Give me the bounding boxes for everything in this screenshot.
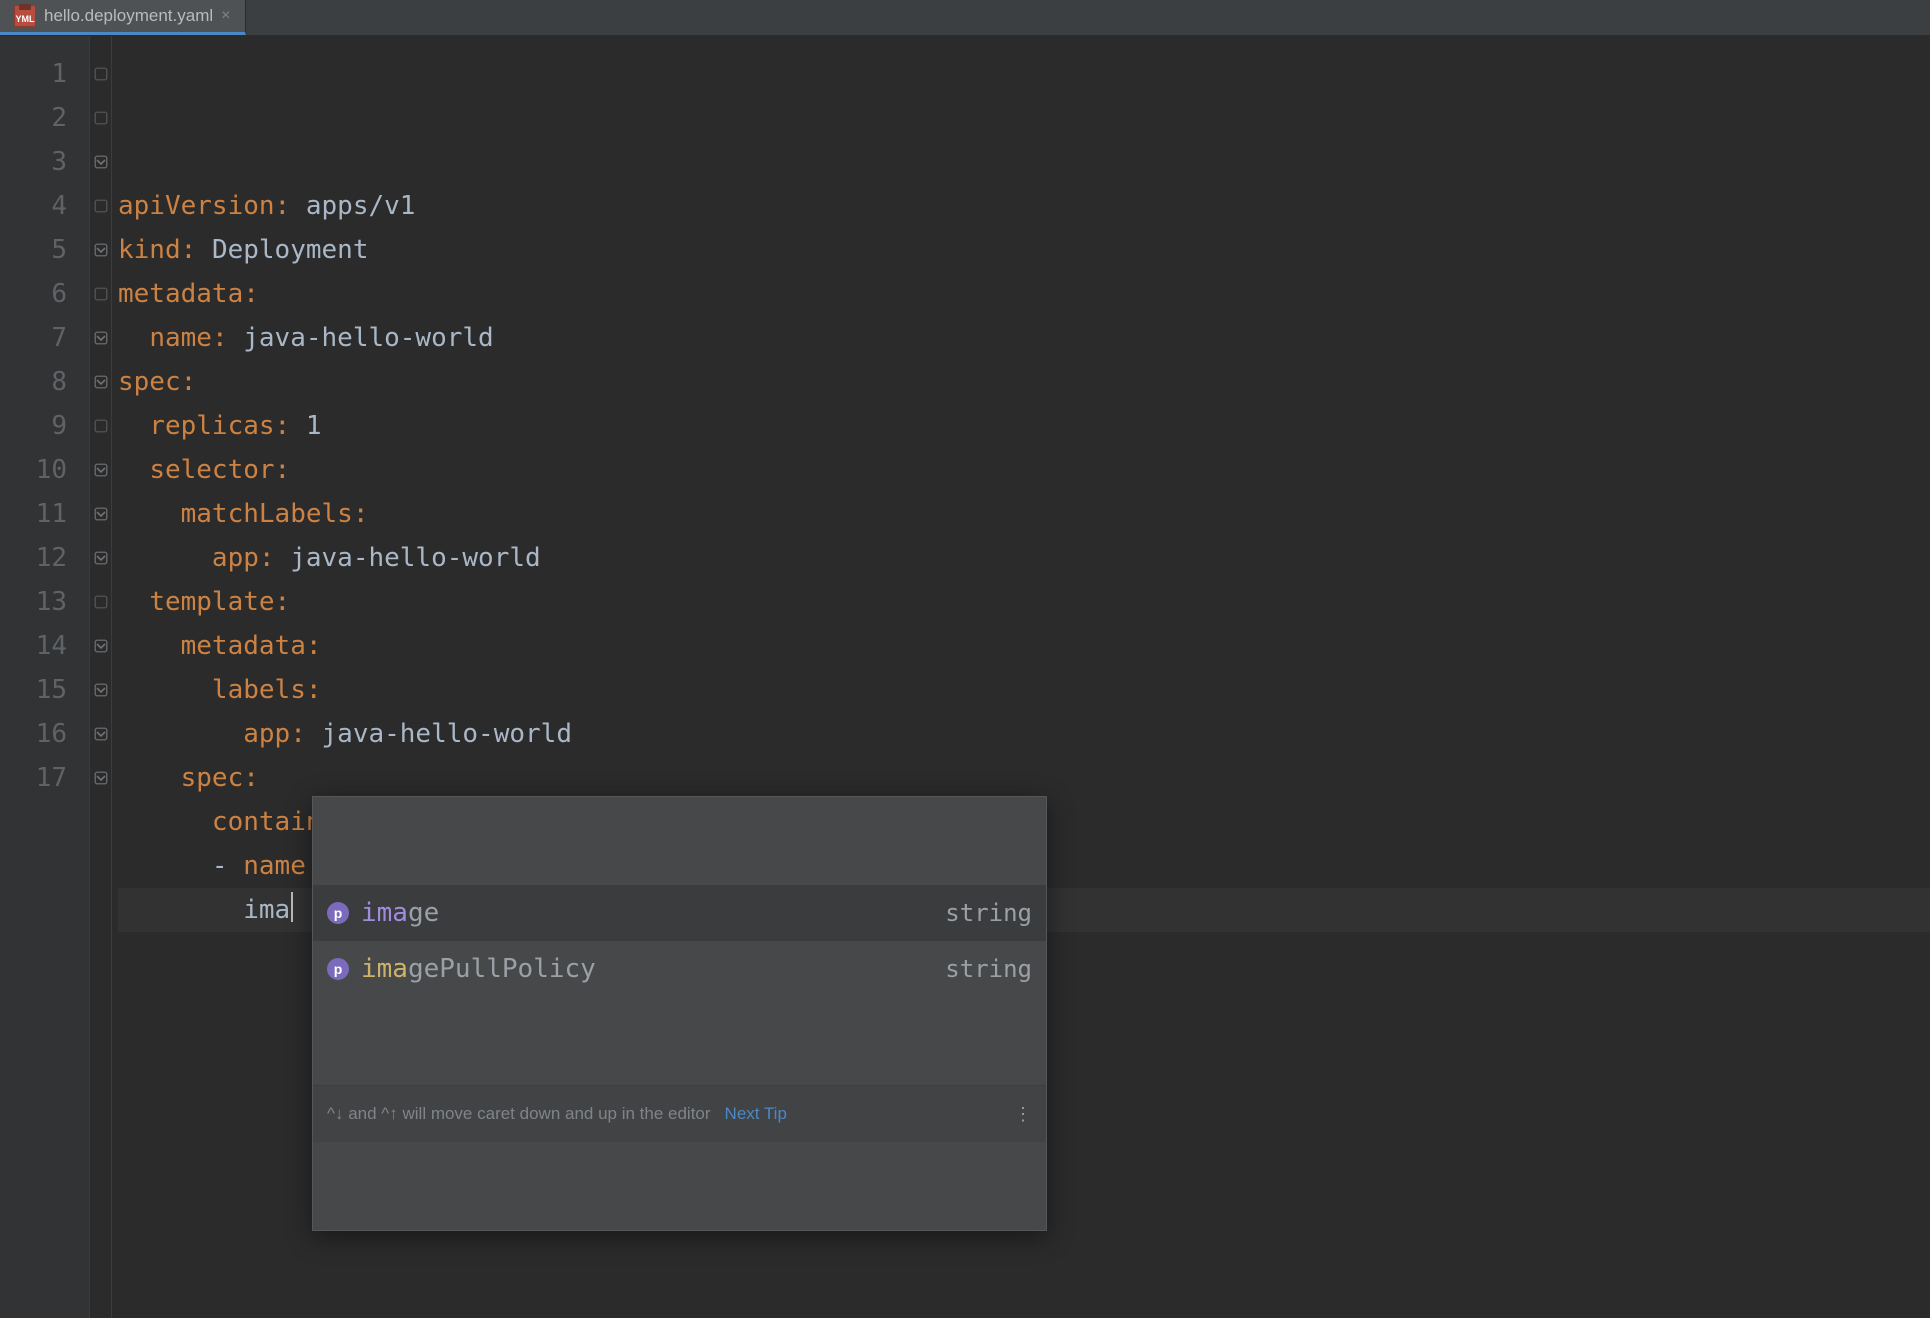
code-line[interactable]: name: java-hello-world bbox=[118, 316, 1930, 360]
line-number: 3 bbox=[0, 140, 89, 184]
yaml-filetype-icon: YML bbox=[14, 5, 36, 27]
editor-area[interactable]: 1234567891011121314151617 apiVersion: ap… bbox=[0, 36, 1930, 1318]
property-icon: p bbox=[327, 902, 349, 924]
code-line[interactable]: selector: bbox=[118, 448, 1930, 492]
fold-marker bbox=[90, 580, 111, 624]
autocomplete-item[interactable]: p imagePullPolicy string bbox=[313, 941, 1046, 997]
code-line[interactable]: replicas: 1 bbox=[118, 404, 1930, 448]
code-line[interactable]: kind: Deployment bbox=[118, 228, 1930, 272]
fold-marker[interactable] bbox=[90, 712, 111, 756]
autocomplete-label: image bbox=[361, 891, 439, 935]
line-number: 15 bbox=[0, 668, 89, 712]
fold-marker[interactable] bbox=[90, 360, 111, 404]
code-line[interactable]: app: java-hello-world bbox=[118, 712, 1930, 756]
code-line[interactable]: spec: bbox=[118, 360, 1930, 404]
code-line[interactable]: metadata: bbox=[118, 272, 1930, 316]
fold-marker bbox=[90, 96, 111, 140]
line-number: 7 bbox=[0, 316, 89, 360]
close-icon[interactable]: × bbox=[221, 8, 230, 24]
fold-marker[interactable] bbox=[90, 448, 111, 492]
code-line[interactable]: template: bbox=[118, 580, 1930, 624]
line-number: 8 bbox=[0, 360, 89, 404]
code-content[interactable]: apiVersion: apps/v1kind: Deploymentmetad… bbox=[112, 36, 1930, 1318]
line-number: 5 bbox=[0, 228, 89, 272]
autocomplete-footer: ^↓ and ^↑ will move caret down and up in… bbox=[313, 1085, 1046, 1142]
line-number-gutter: 1234567891011121314151617 bbox=[0, 36, 90, 1318]
fold-marker bbox=[90, 52, 111, 96]
line-number: 11 bbox=[0, 492, 89, 536]
line-number: 9 bbox=[0, 404, 89, 448]
editor-window: YML hello.deployment.yaml × 123456789101… bbox=[0, 0, 1930, 1318]
autocomplete-item[interactable]: pimage string bbox=[313, 885, 1046, 941]
autocomplete-hint: ^↓ and ^↑ will move caret down and up in… bbox=[327, 1092, 711, 1136]
code-line[interactable]: app: java-hello-world bbox=[118, 536, 1930, 580]
fold-marker[interactable] bbox=[90, 624, 111, 668]
property-icon: p bbox=[327, 958, 349, 980]
fold-marker[interactable] bbox=[90, 756, 111, 800]
next-tip-link[interactable]: Next Tip bbox=[725, 1092, 787, 1136]
fold-marker[interactable] bbox=[90, 536, 111, 580]
autocomplete-type: string bbox=[945, 891, 1032, 935]
fold-marker[interactable] bbox=[90, 492, 111, 536]
fold-marker bbox=[90, 404, 111, 448]
caret bbox=[291, 892, 293, 922]
fold-marker bbox=[90, 184, 111, 228]
line-number: 16 bbox=[0, 712, 89, 756]
line-number: 17 bbox=[0, 756, 89, 800]
line-number: 4 bbox=[0, 184, 89, 228]
line-number: 12 bbox=[0, 536, 89, 580]
code-line[interactable]: matchLabels: bbox=[118, 492, 1930, 536]
line-number: 1 bbox=[0, 52, 89, 96]
tab-filename: hello.deployment.yaml bbox=[44, 6, 213, 26]
autocomplete-popup[interactable]: pimagestringpimagePullPolicystring ^↓ an… bbox=[312, 796, 1047, 1231]
code-line[interactable]: apiVersion: apps/v1 bbox=[118, 184, 1930, 228]
fold-marker[interactable] bbox=[90, 316, 111, 360]
fold-marker bbox=[90, 272, 111, 316]
kebab-icon[interactable]: ⋮ bbox=[1014, 1092, 1032, 1136]
fold-column bbox=[90, 36, 112, 1318]
tab-bar: YML hello.deployment.yaml × bbox=[0, 0, 1930, 36]
line-number: 6 bbox=[0, 272, 89, 316]
line-number: 2 bbox=[0, 96, 89, 140]
code-line[interactable]: metadata: bbox=[118, 624, 1930, 668]
code-line[interactable]: labels: bbox=[118, 668, 1930, 712]
line-number: 14 bbox=[0, 624, 89, 668]
fold-marker[interactable] bbox=[90, 140, 111, 184]
autocomplete-label: imagePullPolicy bbox=[361, 947, 596, 991]
autocomplete-type: string bbox=[945, 947, 1032, 991]
line-number: 13 bbox=[0, 580, 89, 624]
line-number: 10 bbox=[0, 448, 89, 492]
fold-marker[interactable] bbox=[90, 228, 111, 272]
file-tab[interactable]: YML hello.deployment.yaml × bbox=[0, 0, 246, 35]
code-line[interactable]: spec: bbox=[118, 756, 1930, 800]
fold-marker[interactable] bbox=[90, 668, 111, 712]
